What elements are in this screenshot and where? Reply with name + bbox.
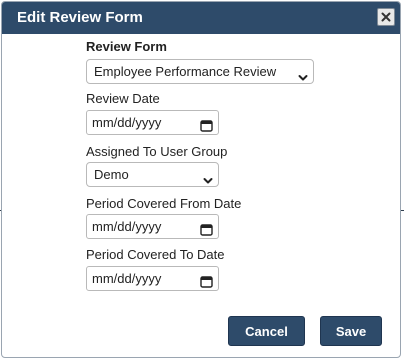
calendar-icon[interactable] <box>200 272 213 295</box>
review-form-select[interactable]: Employee Performance Review <box>86 59 314 84</box>
chevron-down-icon <box>203 170 213 193</box>
assigned-group-select[interactable]: Demo <box>86 162 219 187</box>
cancel-button[interactable]: Cancel <box>228 316 305 346</box>
period-from-label: Period Covered From Date <box>86 196 242 211</box>
review-form-select-value: Employee Performance Review <box>94 64 277 79</box>
period-to-label: Period Covered To Date <box>86 247 225 262</box>
edit-review-form-dialog: Edit Review Form Review Form Employee Pe… <box>1 1 401 358</box>
dialog-titlebar: Edit Review Form <box>2 2 400 34</box>
assigned-group-label: Assigned To User Group <box>86 144 228 159</box>
close-button[interactable] <box>377 8 395 26</box>
calendar-icon[interactable] <box>200 116 213 139</box>
review-form-label: Review Form <box>86 39 167 54</box>
chevron-down-icon <box>298 67 308 90</box>
save-button[interactable]: Save <box>320 316 382 346</box>
review-form-fields: Review Form Employee Performance Review … <box>86 38 326 291</box>
review-date-label: Review Date <box>86 91 160 106</box>
calendar-icon[interactable] <box>200 220 213 243</box>
dialog-title: Edit Review Form <box>17 9 143 26</box>
review-date-value: mm/dd/yyyy <box>92 115 162 130</box>
close-x-icon <box>381 12 391 22</box>
period-to-date-input[interactable]: mm/dd/yyyy <box>86 266 219 291</box>
assigned-group-select-value: Demo <box>94 167 129 182</box>
period-from-date-input[interactable]: mm/dd/yyyy <box>86 214 219 239</box>
period-from-value: mm/dd/yyyy <box>92 219 162 234</box>
period-to-value: mm/dd/yyyy <box>92 271 162 286</box>
review-date-input[interactable]: mm/dd/yyyy <box>86 110 219 135</box>
